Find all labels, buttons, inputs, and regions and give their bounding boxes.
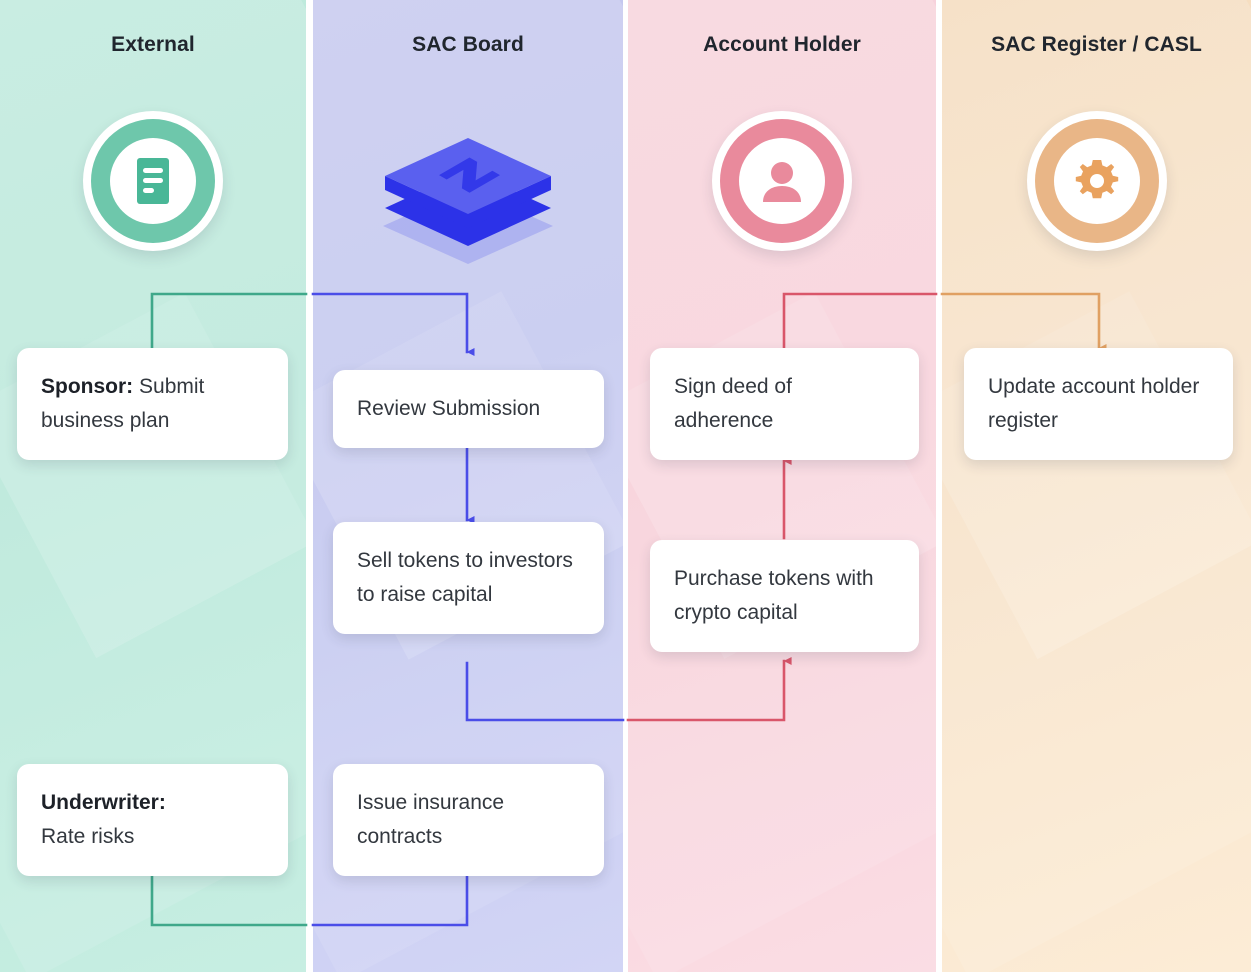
node-sponsor-bold: Sponsor: (41, 375, 134, 398)
node-sign-deed[interactable]: Sign deed of adherence (650, 348, 919, 460)
swimlane-account-holder: Account Holder (628, 0, 936, 972)
node-underwriter-text: Rate risks (41, 825, 135, 848)
stacked-layers-n-icon (368, 100, 568, 265)
node-purchase-tokens[interactable]: Purchase tokens with crypto capital (650, 540, 919, 652)
lane-title-sac-board: SAC Board (412, 33, 524, 56)
node-underwriter[interactable]: Underwriter: Rate risks (17, 764, 288, 876)
swimlane-diagram: External SAC Board Account Holder SAC Re… (0, 0, 1251, 972)
node-sponsor[interactable]: Sponsor: Submit business plan (17, 348, 288, 460)
document-icon (83, 111, 223, 251)
node-purchase-tokens-text: Purchase tokens with crypto capital (674, 567, 874, 624)
node-issue-contracts[interactable]: Issue insurance contracts (333, 764, 604, 876)
node-issue-contracts-text: Issue insurance contracts (357, 791, 505, 848)
node-sell-tokens[interactable]: Sell tokens to investors to raise capita… (333, 522, 604, 634)
gear-icon (1026, 111, 1167, 251)
lane-title-external: External (111, 33, 195, 56)
user-icon (712, 111, 852, 251)
node-underwriter-bold: Underwriter: (41, 791, 166, 814)
node-sell-tokens-text: Sell tokens to investors to raise capita… (357, 549, 573, 606)
lane-title-sac-register: SAC Register / CASL (991, 33, 1202, 56)
lane-title-account-holder: Account Holder (703, 33, 861, 56)
node-review-submission-text: Review Submission (357, 397, 541, 420)
node-review-submission[interactable]: Review Submission (333, 370, 604, 448)
swimlane-sac-register: SAC Register / CASL (942, 0, 1251, 972)
node-update-register-text: Update account holder register (988, 375, 1200, 432)
node-sign-deed-text: Sign deed of adherence (674, 375, 792, 432)
node-update-register[interactable]: Update account holder register (964, 348, 1233, 460)
